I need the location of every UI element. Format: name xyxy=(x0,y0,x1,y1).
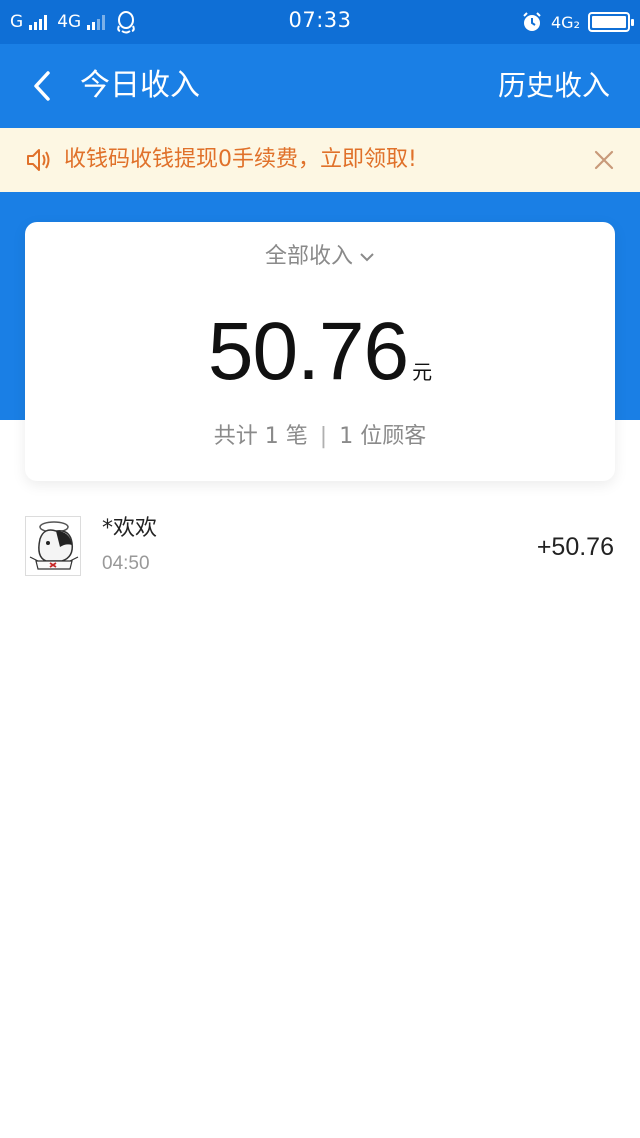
status-bar: G 4G 07:33 4G₂ xyxy=(0,0,640,44)
avatar xyxy=(25,516,81,576)
alarm-icon xyxy=(521,11,543,33)
transaction-count: 1 xyxy=(264,424,279,449)
transaction-amount: +50.76 xyxy=(536,533,614,561)
status-right: 4G₂ xyxy=(521,8,634,36)
transaction-time: 04:50 xyxy=(102,553,150,574)
filter-label: 全部收入 xyxy=(264,244,353,269)
speaker-icon xyxy=(24,145,54,175)
count-prefix: 共计 xyxy=(213,424,258,449)
transaction-row[interactable]: *欢欢 04:50 +50.76 xyxy=(0,500,640,600)
total-amount-block: 50.76 元 xyxy=(25,304,615,400)
customer-count: 1 xyxy=(339,424,354,449)
transaction-payer-name: *欢欢 xyxy=(102,516,158,541)
count-unit: 笔 xyxy=(285,424,308,449)
customer-unit: 位顾客 xyxy=(360,424,427,449)
close-icon[interactable] xyxy=(588,144,620,176)
stats-separator: | xyxy=(319,424,328,449)
promo-notice-banner[interactable]: 收钱码收钱提现0手续费，立即领取! xyxy=(0,128,640,192)
nav-bar: 今日收入 历史收入 xyxy=(0,44,640,128)
page-title: 今日收入 xyxy=(80,68,200,103)
back-arrow-icon[interactable] xyxy=(22,66,62,106)
network-label: 4G₂ xyxy=(551,12,580,32)
income-filter-dropdown[interactable]: 全部收入 xyxy=(25,242,615,272)
history-income-link[interactable]: 历史收入 xyxy=(498,66,610,106)
currency-unit: 元 xyxy=(412,360,433,384)
battery-icon xyxy=(588,12,634,32)
chevron-down-icon xyxy=(359,242,375,272)
notice-text: 收钱码收钱提现0手续费，立即领取! xyxy=(64,147,417,172)
income-summary-card: 全部收入 50.76 元 共计 1 笔 | 1 位顾客 xyxy=(25,222,615,481)
total-amount: 50.76 xyxy=(207,306,409,397)
summary-stats: 共计 1 笔 | 1 位顾客 xyxy=(25,422,615,452)
